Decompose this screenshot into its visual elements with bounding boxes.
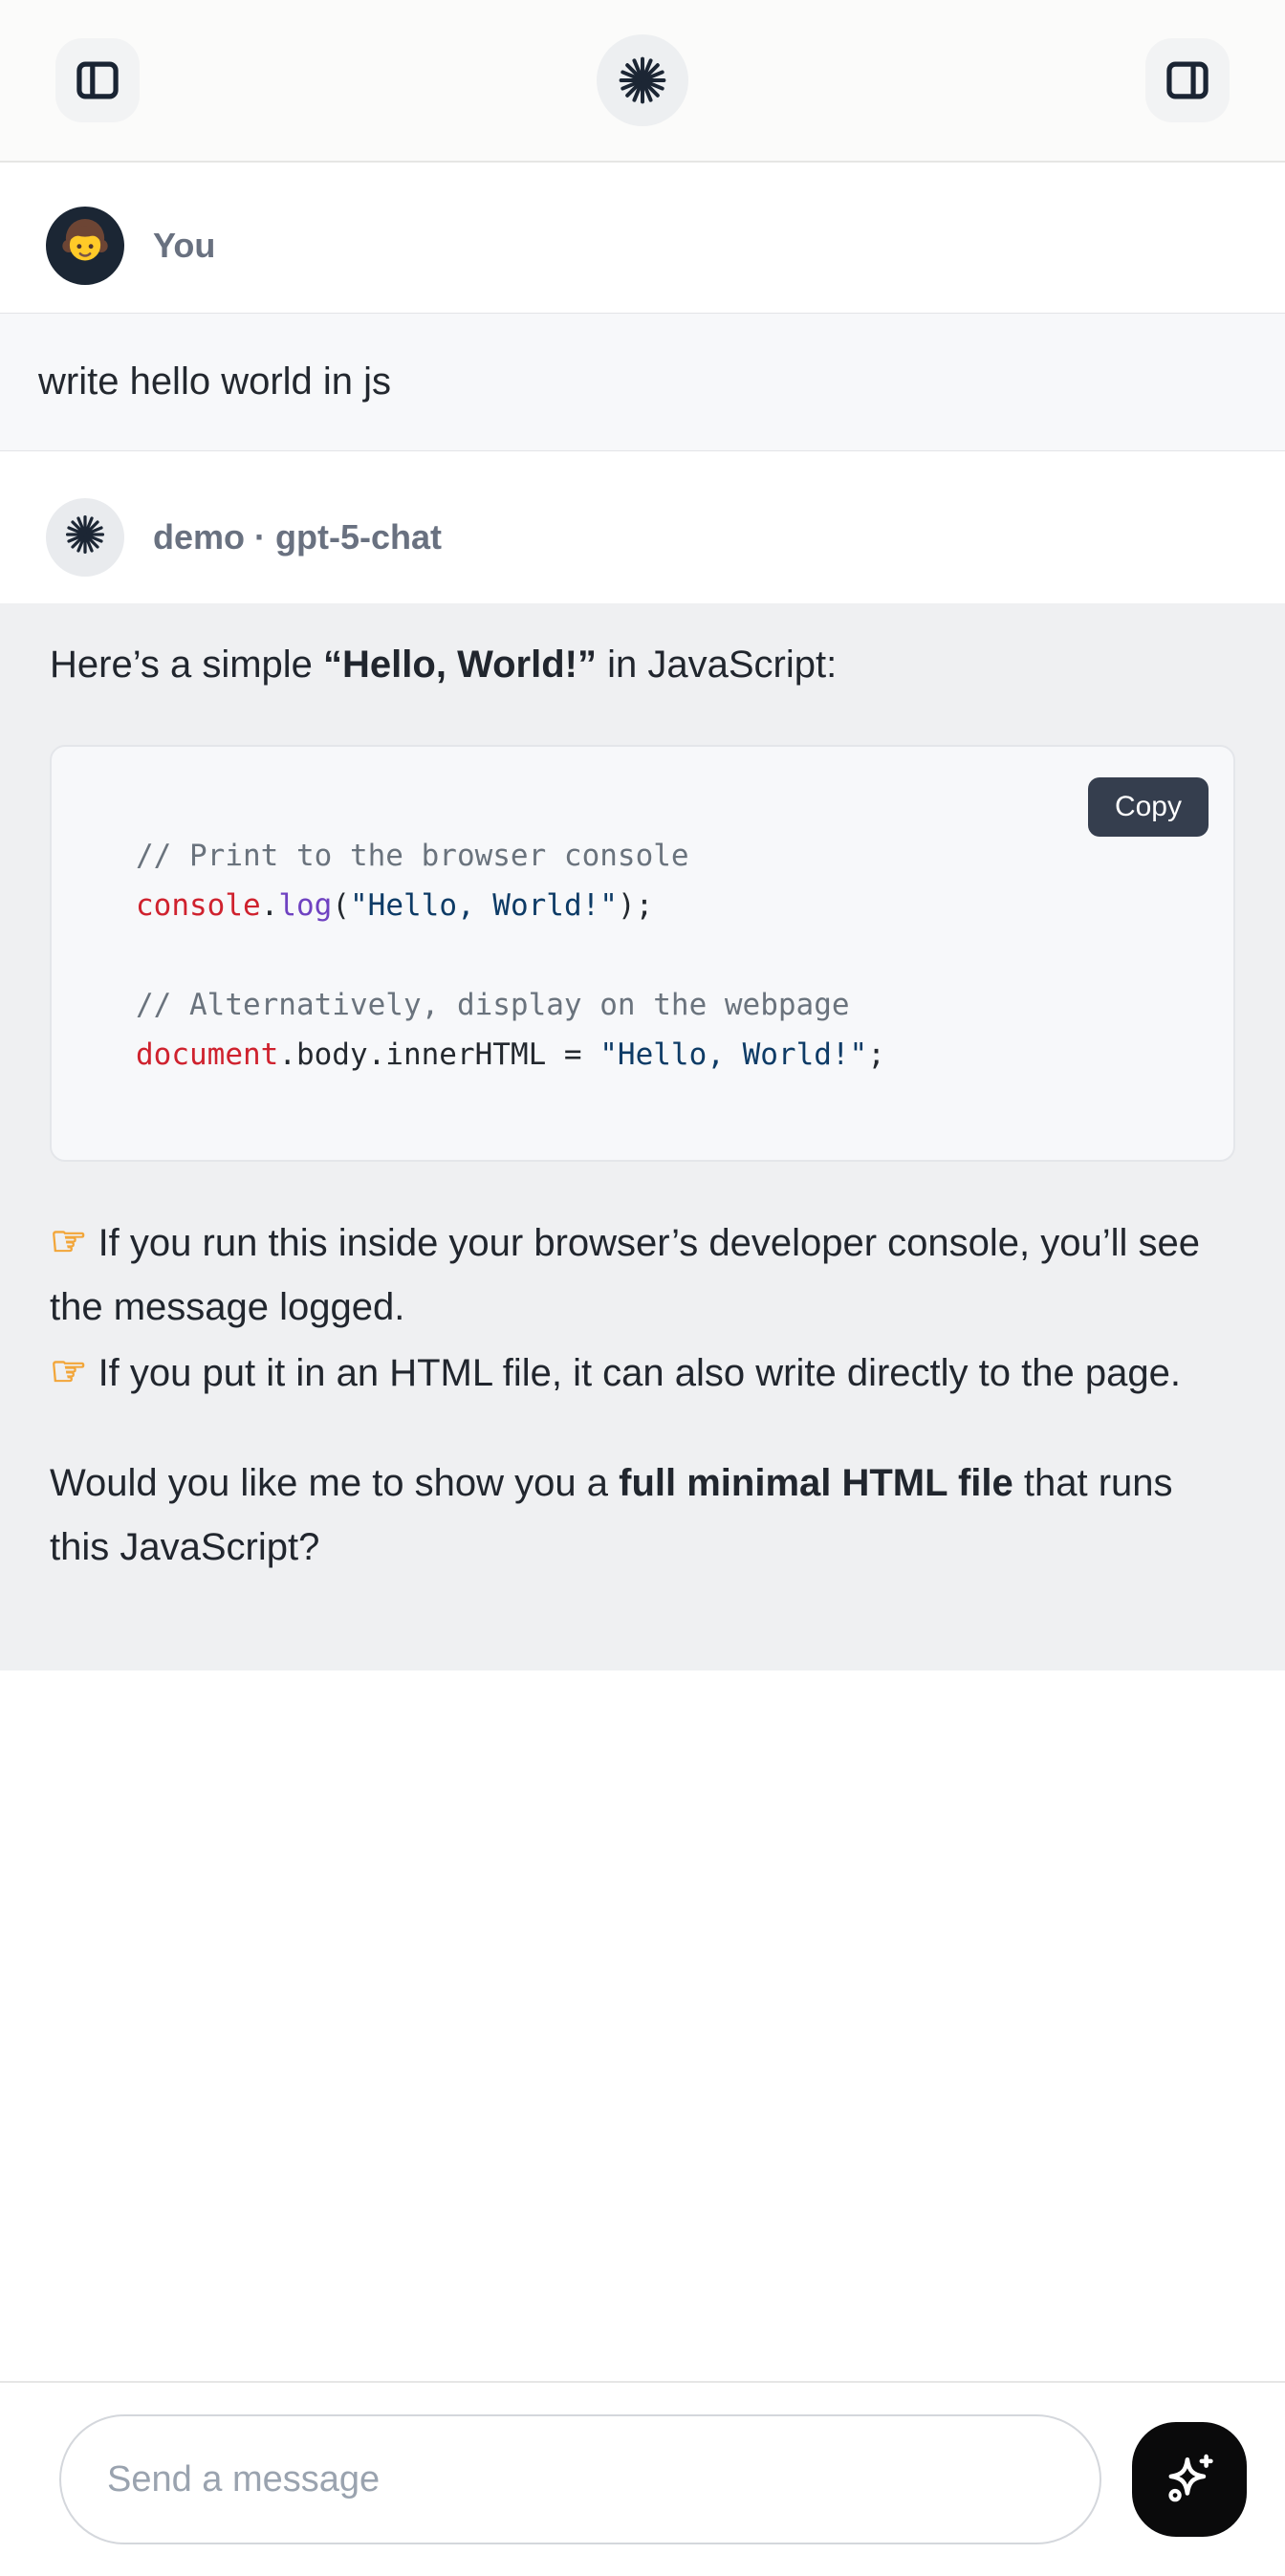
model-logo-button[interactable] bbox=[597, 34, 688, 126]
send-button[interactable] bbox=[1132, 2422, 1247, 2537]
right-panel-toggle-button[interactable] bbox=[1145, 38, 1230, 122]
code-line: ​ bbox=[136, 930, 1195, 980]
text-segment: “Hello, World!” bbox=[323, 644, 597, 686]
user-avatar bbox=[46, 207, 124, 285]
pointing-right-emoji: ☞ bbox=[50, 1218, 87, 1265]
user-message-bubble: write hello world in js bbox=[0, 313, 1285, 451]
assistant-paragraph-question: Would you like me to show you a full min… bbox=[50, 1452, 1235, 1580]
sidebar-toggle-button[interactable] bbox=[55, 38, 140, 122]
text-segment: in JavaScript: bbox=[597, 644, 837, 686]
assistant-intro-text: Here’s a simple “Hello, World!” in JavaS… bbox=[50, 638, 1235, 691]
message-input[interactable] bbox=[59, 2414, 1101, 2544]
composer-bar bbox=[0, 2381, 1285, 2576]
text-segment: If you run this inside your browser’s de… bbox=[50, 1222, 1210, 1328]
code-line: // Alternatively, display on the webpage bbox=[136, 980, 1195, 1030]
panel-left-icon bbox=[73, 55, 122, 105]
user-message-header: You bbox=[0, 163, 1285, 313]
assistant-message-header: demo · gpt-5-chat bbox=[0, 451, 1285, 603]
text-segment: Would you like me to show you a bbox=[50, 1462, 619, 1504]
starburst-icon bbox=[616, 54, 669, 107]
starburst-icon bbox=[63, 513, 107, 561]
user-author-name: You bbox=[153, 226, 215, 266]
code-content: // Print to the browser consoleconsole.l… bbox=[136, 831, 1195, 1080]
user-message-text: write hello world in js bbox=[38, 360, 391, 404]
panel-right-icon bbox=[1163, 55, 1212, 105]
assistant-paragraph-tips: ☞ If you run this inside your browser’s … bbox=[50, 1210, 1235, 1406]
text-segment: full minimal HTML file bbox=[619, 1462, 1013, 1504]
top-bar bbox=[0, 0, 1285, 163]
text-segment: Here’s a simple bbox=[50, 644, 323, 686]
sparkle-plus-icon bbox=[1159, 2448, 1220, 2512]
code-line: // Print to the browser console bbox=[136, 831, 1195, 881]
assistant-author-name: demo · gpt-5-chat bbox=[153, 517, 442, 557]
code-line: document.body.innerHTML = "Hello, World!… bbox=[136, 1030, 1195, 1080]
assistant-avatar bbox=[46, 498, 124, 577]
code-line: console.log("Hello, World!"); bbox=[136, 881, 1195, 930]
text-segment: If you put it in an HTML file, it can al… bbox=[87, 1352, 1181, 1394]
pointing-right-emoji: ☞ bbox=[50, 1348, 87, 1395]
assistant-message-body: Here’s a simple “Hello, World!” in JavaS… bbox=[0, 603, 1285, 1670]
copy-button[interactable]: Copy bbox=[1088, 777, 1209, 837]
person-emoji-icon bbox=[57, 215, 113, 275]
code-block: Copy // Print to the browser consolecons… bbox=[50, 745, 1235, 1162]
